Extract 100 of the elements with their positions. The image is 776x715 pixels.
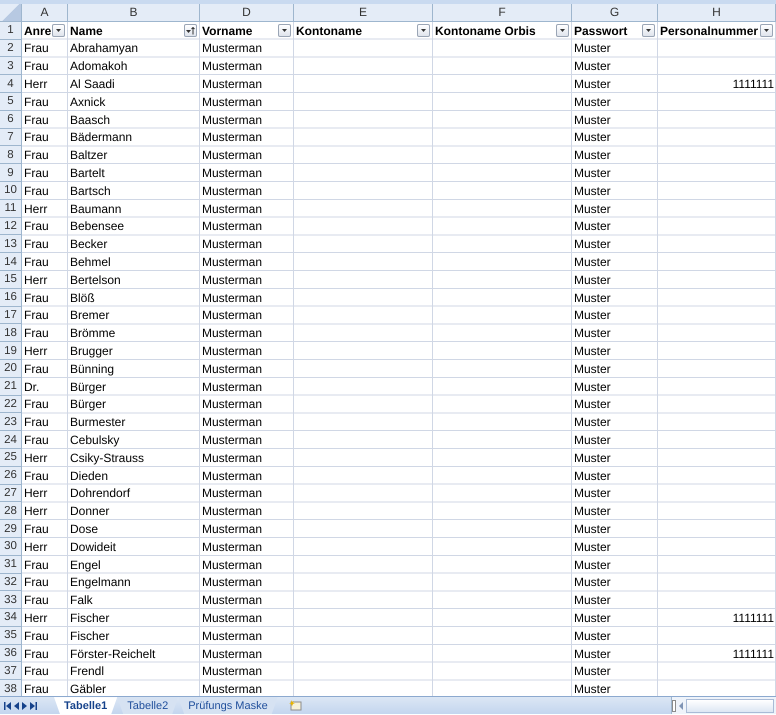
table-cell-text: Musterman — [201, 556, 264, 574]
table-cell-text: Frau — [23, 556, 50, 574]
row-number[interactable]: 17 — [0, 306, 22, 324]
table-cell-text: Bertelson — [69, 272, 122, 289]
table-cell-text: Musterman — [201, 236, 264, 254]
row-number[interactable]: 18 — [0, 324, 22, 342]
table-cell-text: Frau — [23, 468, 50, 485]
table-cell-text: Adomakoh — [69, 58, 128, 76]
table-cell-text: Musterman — [201, 307, 264, 324]
row-number[interactable]: 31 — [0, 556, 22, 574]
row-number[interactable]: 32 — [0, 574, 22, 592]
table-cell-text: Musterman — [201, 681, 264, 698]
row-number[interactable]: 36 — [0, 644, 22, 662]
table-cell-text: Musterman — [201, 592, 264, 610]
table-cell-text: Musterman — [201, 450, 264, 467]
filter-button[interactable] — [278, 24, 291, 38]
row-number[interactable]: 9 — [0, 164, 22, 182]
table-cell-text: Frau — [23, 432, 50, 449]
row-number[interactable]: 28 — [0, 502, 22, 520]
row-number[interactable]: 16 — [0, 288, 22, 307]
row-number[interactable]: 21 — [0, 378, 22, 396]
table-cell-text: Bürger — [69, 396, 108, 414]
last-sheet-icon[interactable] — [30, 702, 37, 710]
table-cell-text: Musterman — [201, 432, 264, 449]
table-cell-text: Al Saadi — [69, 76, 116, 93]
table-cell-text: Muster — [573, 574, 612, 592]
first-sheet-icon[interactable] — [4, 702, 11, 710]
row-number[interactable]: 20 — [0, 360, 22, 378]
table-cell-text: Abrahamyan — [69, 40, 140, 58]
table-cell-text: Cebulsky — [69, 432, 120, 449]
row-number[interactable]: 19 — [0, 342, 22, 360]
row-number[interactable]: 22 — [0, 396, 22, 414]
filter-button[interactable] — [184, 24, 197, 38]
row-number[interactable]: 12 — [0, 218, 22, 236]
table-cell-text: Frau — [23, 574, 50, 592]
new-sheet-icon[interactable] — [288, 700, 302, 712]
table-cell-text: Frau — [23, 147, 50, 164]
row-number[interactable]: 5 — [0, 92, 22, 111]
sheet-tab[interactable]: Prüfungs Maske — [178, 697, 278, 714]
row-number[interactable]: 2 — [0, 40, 22, 58]
table-cell-text: Herr — [23, 503, 48, 520]
row-number[interactable]: 11 — [0, 200, 22, 218]
table-cell-text: Frau — [23, 112, 50, 129]
column-header[interactable]: E — [294, 4, 433, 22]
table-cell-text: Frau — [23, 325, 50, 342]
row-number[interactable]: 25 — [0, 448, 22, 467]
previous-sheet-icon[interactable] — [14, 702, 19, 710]
row-number[interactable]: 26 — [0, 466, 22, 485]
row-number[interactable]: 8 — [0, 146, 22, 164]
table-cell-text: Muster — [573, 503, 612, 520]
scroll-left-icon[interactable] — [678, 702, 684, 710]
row-number[interactable]: 7 — [0, 128, 22, 146]
row-number[interactable]: 3 — [0, 57, 22, 76]
table-cell-text: Musterman — [201, 503, 264, 520]
table-cell-text: Frau — [23, 94, 50, 111]
row-number[interactable]: 30 — [0, 538, 22, 556]
sheet-tab[interactable]: Tabelle1 — [54, 697, 118, 714]
table-cell-text: Muster — [573, 307, 612, 324]
row-number[interactable]: 34 — [0, 609, 22, 627]
table-cell-text: Musterman — [201, 360, 264, 378]
column-header[interactable]: D — [200, 4, 294, 22]
sheet-tab[interactable]: Tabelle2 — [117, 697, 178, 714]
row-number[interactable]: 13 — [0, 235, 22, 254]
row-number[interactable]: 6 — [0, 110, 22, 129]
table-cell-text: Muster — [573, 236, 612, 254]
row-number[interactable]: 4 — [0, 75, 22, 93]
filter-button[interactable] — [760, 24, 773, 38]
column-header[interactable]: G — [572, 4, 658, 22]
table-cell-text: Muster — [573, 521, 612, 538]
filter-button[interactable] — [52, 24, 65, 38]
filter-button[interactable] — [642, 24, 655, 38]
table-cell-text: Musterman — [201, 272, 264, 289]
horizontal-scrollbar[interactable] — [686, 698, 774, 713]
table-cell-text: Bremer — [69, 307, 110, 324]
column-header[interactable]: H — [658, 4, 776, 22]
table-cell-text: Frau — [23, 628, 50, 645]
filter-button[interactable] — [556, 24, 569, 38]
row-number[interactable]: 27 — [0, 484, 22, 502]
row-number[interactable]: 24 — [0, 431, 22, 449]
column-header[interactable]: A — [22, 4, 68, 22]
row-number[interactable]: 23 — [0, 413, 22, 432]
split-handle-icon[interactable] — [672, 700, 676, 712]
row-number[interactable]: 15 — [0, 270, 22, 289]
row-number[interactable]: 29 — [0, 520, 22, 538]
column-header[interactable]: B — [68, 4, 200, 22]
table-cell-text: Musterman — [201, 468, 264, 485]
row-number[interactable]: 37 — [0, 662, 22, 680]
table-cell-text: Musterman — [201, 343, 264, 360]
filter-button[interactable] — [417, 24, 430, 38]
row-number[interactable]: 33 — [0, 591, 22, 610]
row-number[interactable]: 35 — [0, 626, 22, 645]
table-cell-text: Muster — [573, 147, 612, 164]
row-number[interactable]: 1 — [0, 22, 22, 40]
next-sheet-icon[interactable] — [22, 702, 27, 710]
table-cell-text: Falk — [69, 592, 94, 610]
table-cell-text: Muster — [573, 485, 612, 502]
row-number[interactable]: 14 — [0, 253, 22, 271]
column-header[interactable]: F — [433, 4, 572, 22]
row-number[interactable]: 10 — [0, 182, 22, 200]
table-cell-text: Förster-Reichelt — [69, 646, 156, 662]
